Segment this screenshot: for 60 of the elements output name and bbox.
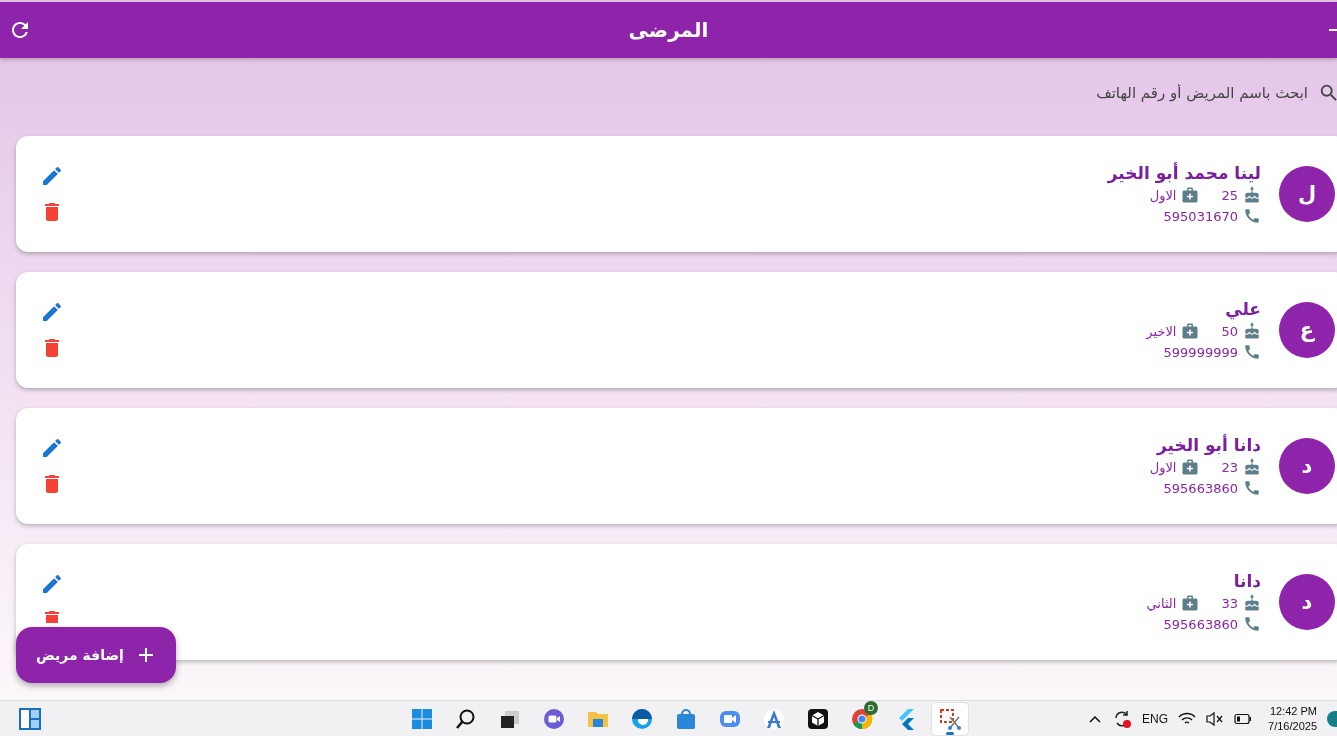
cube-icon <box>806 707 830 731</box>
muted-speaker-icon[interactable] <box>1206 711 1225 727</box>
clock-time[interactable]: 12:42 PM <box>1269 704 1317 719</box>
scissors-icon <box>938 707 962 731</box>
add-patient-button[interactable]: إضافة مريض <box>16 627 176 683</box>
patient-name: دانا <box>1233 571 1261 591</box>
widgets-icon[interactable] <box>18 707 42 731</box>
app-title: المرضى <box>628 18 709 42</box>
medical-bag-icon <box>1181 594 1200 612</box>
patient-phone: 595663860 <box>1163 480 1238 496</box>
patient-category: الاول <box>1149 187 1177 203</box>
medical-bag-icon <box>1181 322 1200 340</box>
pencil-icon <box>40 572 64 596</box>
patient-category: الاول <box>1149 459 1177 475</box>
app-badge: D <box>864 701 878 715</box>
medical-bag-icon <box>1181 458 1200 476</box>
edit-button[interactable] <box>40 164 64 188</box>
video-chat-icon <box>542 707 566 731</box>
taskbar-app[interactable]: D <box>844 703 880 735</box>
pencil-icon <box>40 436 64 460</box>
patient-name: علي <box>1225 299 1261 319</box>
language-indicator[interactable]: ENG <box>1142 712 1169 726</box>
avatar-initial: ع <box>1279 302 1335 358</box>
search-icon <box>1318 82 1337 104</box>
browser-icon <box>850 707 874 731</box>
cake-icon <box>1243 594 1261 612</box>
patient-age: 50 <box>1221 323 1238 339</box>
avatar-initial: د <box>1279 438 1335 494</box>
phone-icon <box>1243 207 1261 225</box>
browser-icon <box>630 707 654 731</box>
letter-a-app-icon <box>762 707 786 731</box>
cake-icon <box>1243 322 1261 340</box>
patient-age: 23 <box>1221 459 1238 475</box>
patient-name: لينا محمد أبو الخير <box>1107 163 1261 183</box>
avatar-initial: ل <box>1279 166 1335 222</box>
store-bag-icon <box>674 707 698 731</box>
patient-phone: 595031670 <box>1163 208 1238 224</box>
patient-age: 33 <box>1221 595 1238 611</box>
patient-phone: 595663860 <box>1163 616 1238 632</box>
patient-category: الثاني <box>1146 595 1177 611</box>
pencil-icon <box>40 164 64 188</box>
patient-phone: 599999999 <box>1163 344 1238 360</box>
clock-date[interactable]: 7/16/2025 <box>1268 719 1317 734</box>
patient-age: 25 <box>1221 187 1238 203</box>
battery-icon[interactable] <box>1234 713 1253 725</box>
medical-bag-icon <box>1181 186 1200 204</box>
cake-icon <box>1243 186 1261 204</box>
windows-logo-icon <box>410 707 434 731</box>
edit-button[interactable] <box>40 300 64 324</box>
patient-name: دانا أبو الخير <box>1157 435 1261 455</box>
phone-icon <box>1243 343 1261 361</box>
phone-icon <box>1243 615 1261 633</box>
patient-category: الاخير <box>1146 323 1177 339</box>
edit-button[interactable] <box>40 436 64 460</box>
cake-icon <box>1243 458 1261 476</box>
sync-alert-icon[interactable] <box>1112 709 1133 729</box>
phone-icon <box>1243 479 1261 497</box>
avatar-initial: د <box>1279 574 1335 630</box>
edit-button[interactable] <box>40 572 64 596</box>
pencil-icon <box>40 300 64 324</box>
